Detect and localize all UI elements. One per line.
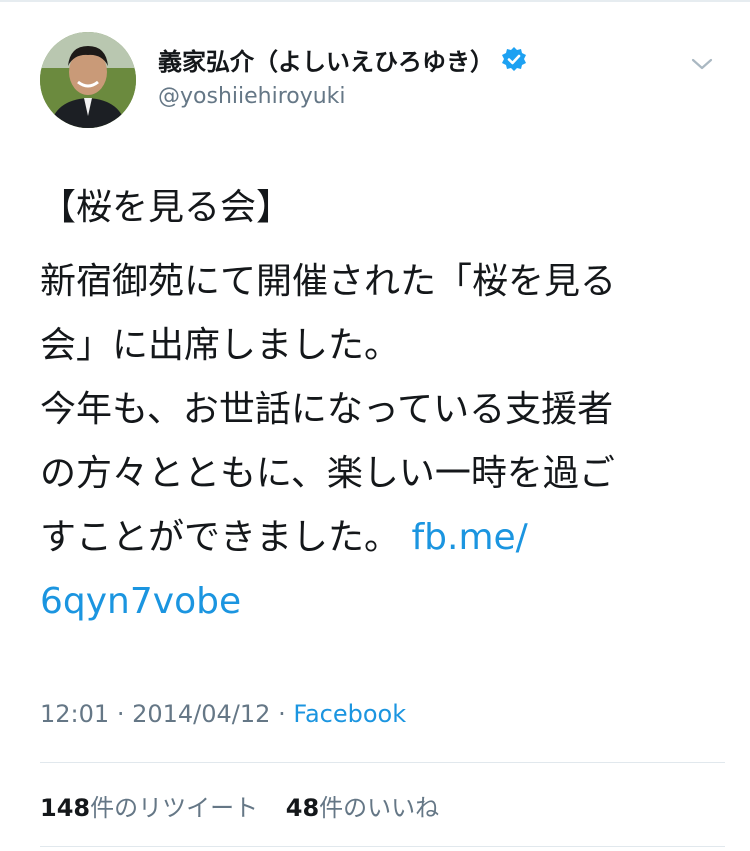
top-divider: [0, 0, 750, 2]
tweet-date[interactable]: 2014/04/12: [132, 700, 270, 728]
tweet-line-5: すことができました。 fb.me/: [40, 506, 720, 570]
like-count: 48: [285, 794, 320, 822]
profile-photo: [40, 32, 136, 128]
like-stat[interactable]: 48件のいいね: [286, 794, 439, 822]
verified-badge-icon: [500, 46, 528, 74]
tweet-heading: 【桜を見る会】: [40, 187, 293, 228]
tweet-source-link[interactable]: Facebook: [293, 700, 406, 728]
author-handle[interactable]: @yoshiiehiroyuki: [158, 84, 346, 109]
tweet-link-part1[interactable]: fb.me/: [411, 517, 527, 558]
meta-separator: ·: [278, 700, 286, 728]
tweet-stats: 148件のリツイート 48件のいいね: [40, 788, 459, 823]
author-display-name[interactable]: 義家弘介（よしいえひろゆき）: [158, 42, 494, 77]
tweet-text: 【桜を見る会】 新宿御苑にて開催された「桜を見る 会」に出席しました。 今年も、…: [40, 176, 720, 634]
tweet-line-4: の方々とともに、楽しい一時を過ご: [40, 453, 615, 494]
retweet-label: 件のリツイート: [90, 794, 259, 822]
author-name-row[interactable]: 義家弘介（よしいえひろゆき）: [158, 42, 528, 77]
chevron-down-icon[interactable]: [690, 56, 714, 72]
retweet-count: 148: [40, 794, 91, 822]
divider: [40, 846, 725, 847]
tweet-meta: 12:01 · 2014/04/12 · Facebook: [40, 700, 406, 728]
tweet-time[interactable]: 12:01: [40, 700, 109, 728]
tweet-line-3: 今年も、お世話になっている支援者: [40, 389, 614, 430]
divider: [40, 762, 725, 763]
retweet-stat[interactable]: 148件のリツイート: [40, 794, 258, 822]
tweet-line-2: 会」に出席しました。: [40, 325, 401, 366]
tweet-line-5-text: すことができました。: [40, 517, 401, 558]
meta-separator: ·: [116, 700, 125, 728]
tweet-line-1: 新宿御苑にて開催された「桜を見る: [40, 261, 617, 302]
like-label: 件のいいね: [319, 794, 440, 822]
avatar[interactable]: [40, 32, 136, 128]
tweet-link-part2[interactable]: 6qyn7vobe: [40, 570, 720, 634]
